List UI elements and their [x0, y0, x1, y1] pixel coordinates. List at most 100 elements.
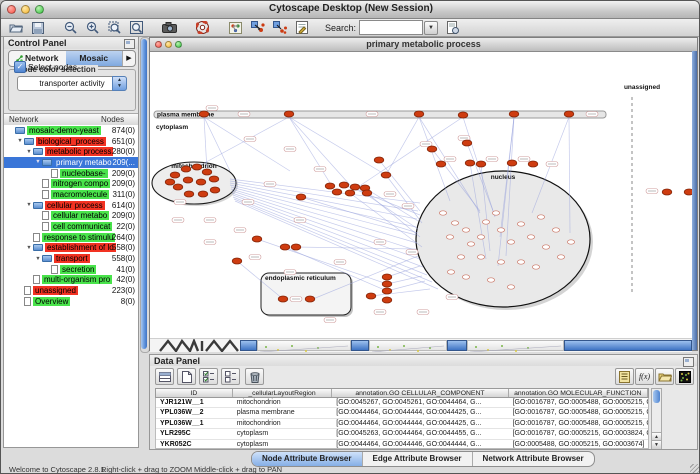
network-node[interactable]	[339, 182, 349, 188]
network-node-outline[interactable]	[467, 242, 474, 246]
background-frame-titlebar[interactable]	[447, 340, 467, 351]
resize-grip[interactable]	[690, 464, 700, 474]
expand-collapse-icon[interactable]: ▼	[16, 138, 24, 144]
table-row[interactable]: YPL036W__1mitochondrion[GO:0044464, GO:0…	[156, 419, 648, 429]
network-node[interactable]	[202, 169, 212, 175]
table-row[interactable]: YPL036W__2plasma membrane[GO:0044464, GO…	[156, 408, 648, 418]
network-node[interactable]	[183, 177, 193, 183]
table-scrollbar-thumb[interactable]	[653, 390, 660, 403]
network-node[interactable]	[382, 274, 392, 280]
network-node-outline[interactable]	[497, 228, 504, 232]
network-node-outline[interactable]	[447, 270, 454, 274]
network-node[interactable]	[509, 111, 519, 117]
frame-right-scrollbar[interactable]	[692, 51, 697, 350]
background-frame-titlebar[interactable]	[351, 340, 369, 351]
network-node[interactable]	[350, 184, 360, 190]
network-node-outline[interactable]	[527, 235, 534, 239]
vizmapper-icon[interactable]	[228, 21, 243, 34]
expand-network-icon[interactable]	[272, 21, 287, 34]
network-node[interactable]	[209, 176, 219, 182]
network-node-outline[interactable]	[507, 240, 514, 244]
tree-row[interactable]: ▼establishment of lo558(0)	[4, 243, 138, 254]
search-input[interactable]	[359, 20, 423, 35]
network-node[interactable]	[184, 191, 194, 197]
background-frame-titlebar[interactable]	[564, 340, 692, 351]
tree-row[interactable]: cellular metabo209(0)	[4, 211, 138, 222]
column-layout-icon[interactable]	[155, 368, 174, 385]
network-node[interactable]	[362, 190, 372, 196]
tree-row[interactable]: unassigned223(0)	[4, 285, 138, 296]
tree-row[interactable]: ▼primary metabo209(...	[4, 157, 138, 168]
network-node[interactable]	[427, 146, 437, 152]
network-node[interactable]	[382, 288, 392, 294]
expand-collapse-icon[interactable]: ▼	[25, 202, 33, 208]
network-node[interactable]	[296, 194, 306, 200]
network-node[interactable]	[458, 112, 468, 118]
tree-row[interactable]: cell communicat22(0)	[4, 221, 138, 232]
new-attribute-icon[interactable]	[177, 368, 196, 385]
network-node-outline[interactable]	[482, 220, 489, 224]
float-panel-icon[interactable]	[124, 39, 135, 49]
network-node[interactable]	[305, 296, 315, 302]
network-node-outline[interactable]	[439, 211, 446, 215]
network-node[interactable]	[366, 293, 376, 299]
table-row[interactable]: YJR121W__1mitochondrion[GO:0045267, GO:0…	[156, 398, 648, 408]
background-frame-thumbnail[interactable]	[369, 340, 447, 351]
tree-row[interactable]: ▼cellular process614(0)	[4, 200, 138, 211]
network-node[interactable]	[165, 179, 175, 185]
network-node[interactable]	[662, 189, 672, 195]
network-node-outline[interactable]	[457, 255, 464, 259]
tree-row[interactable]: ▼transport558(0)	[4, 253, 138, 264]
snapshot-icon[interactable]	[162, 21, 177, 34]
network-node-outline[interactable]	[462, 228, 469, 232]
network-node[interactable]	[476, 161, 486, 167]
zoom-selected-icon[interactable]	[107, 21, 122, 34]
network-node-outline[interactable]	[532, 265, 539, 269]
network-node[interactable]	[462, 140, 472, 146]
network-node[interactable]	[278, 296, 288, 302]
table-vertical-scrollbar[interactable]: ▲ ▼	[651, 388, 662, 449]
tree-row[interactable]: nitrogen compo209(0)	[4, 178, 138, 189]
tree-row[interactable]: Overview8(0)	[4, 296, 138, 307]
tree-row[interactable]: response to stimulu264(0)	[4, 232, 138, 243]
background-frame-titlebar[interactable]	[240, 340, 257, 351]
network-node-outline[interactable]	[537, 215, 544, 219]
network-node-outline[interactable]	[557, 255, 564, 259]
network-node[interactable]	[684, 189, 692, 195]
zoom-fit-icon[interactable]	[129, 21, 144, 34]
delete-attribute-icon[interactable]	[245, 368, 264, 385]
network-node[interactable]	[284, 111, 294, 117]
network-node-outline[interactable]	[451, 221, 458, 225]
network-node-outline[interactable]	[497, 260, 504, 264]
network-node[interactable]	[192, 164, 202, 170]
network-node[interactable]	[382, 281, 392, 287]
network-node-outline[interactable]	[552, 228, 559, 232]
tree-row[interactable]: nucleobase-209(0)	[4, 168, 138, 179]
zoom-in-icon[interactable]	[85, 21, 100, 34]
network-node-outline[interactable]	[567, 240, 574, 244]
function-builder-icon[interactable]: f(x)	[635, 368, 654, 385]
network-node[interactable]	[528, 161, 538, 167]
network-node-outline[interactable]	[517, 260, 524, 264]
attribute-list-icon[interactable]	[615, 368, 634, 385]
network-node[interactable]	[332, 189, 342, 195]
background-frame-thumbnail[interactable]	[257, 340, 351, 351]
network-node[interactable]	[198, 191, 208, 197]
scrollbar-thumb[interactable]	[141, 39, 147, 349]
network-canvas[interactable]: plasma membranecytoplasmunassignedmitoch…	[150, 51, 692, 338]
expand-collapse-icon[interactable]: ▼	[34, 256, 42, 262]
select-first-neighbors-icon[interactable]	[250, 21, 265, 34]
network-node-outline[interactable]	[507, 285, 514, 289]
zoom-out-icon[interactable]	[63, 21, 78, 34]
tree-row[interactable]: ▼metabolic process280(0)	[4, 146, 138, 157]
tree-row[interactable]: mosaic-demo-yeast874(0)	[4, 125, 138, 136]
annotation-icon[interactable]	[294, 21, 309, 34]
network-node[interactable]	[170, 172, 180, 178]
network-node-outline[interactable]	[477, 235, 484, 239]
network-node[interactable]	[210, 187, 220, 193]
scroll-down-icon[interactable]: ▼	[652, 440, 661, 449]
network-node[interactable]	[232, 258, 242, 264]
expand-collapse-icon[interactable]: ▼	[25, 149, 33, 155]
network-node[interactable]	[252, 236, 262, 242]
network-node-outline[interactable]	[492, 211, 499, 215]
